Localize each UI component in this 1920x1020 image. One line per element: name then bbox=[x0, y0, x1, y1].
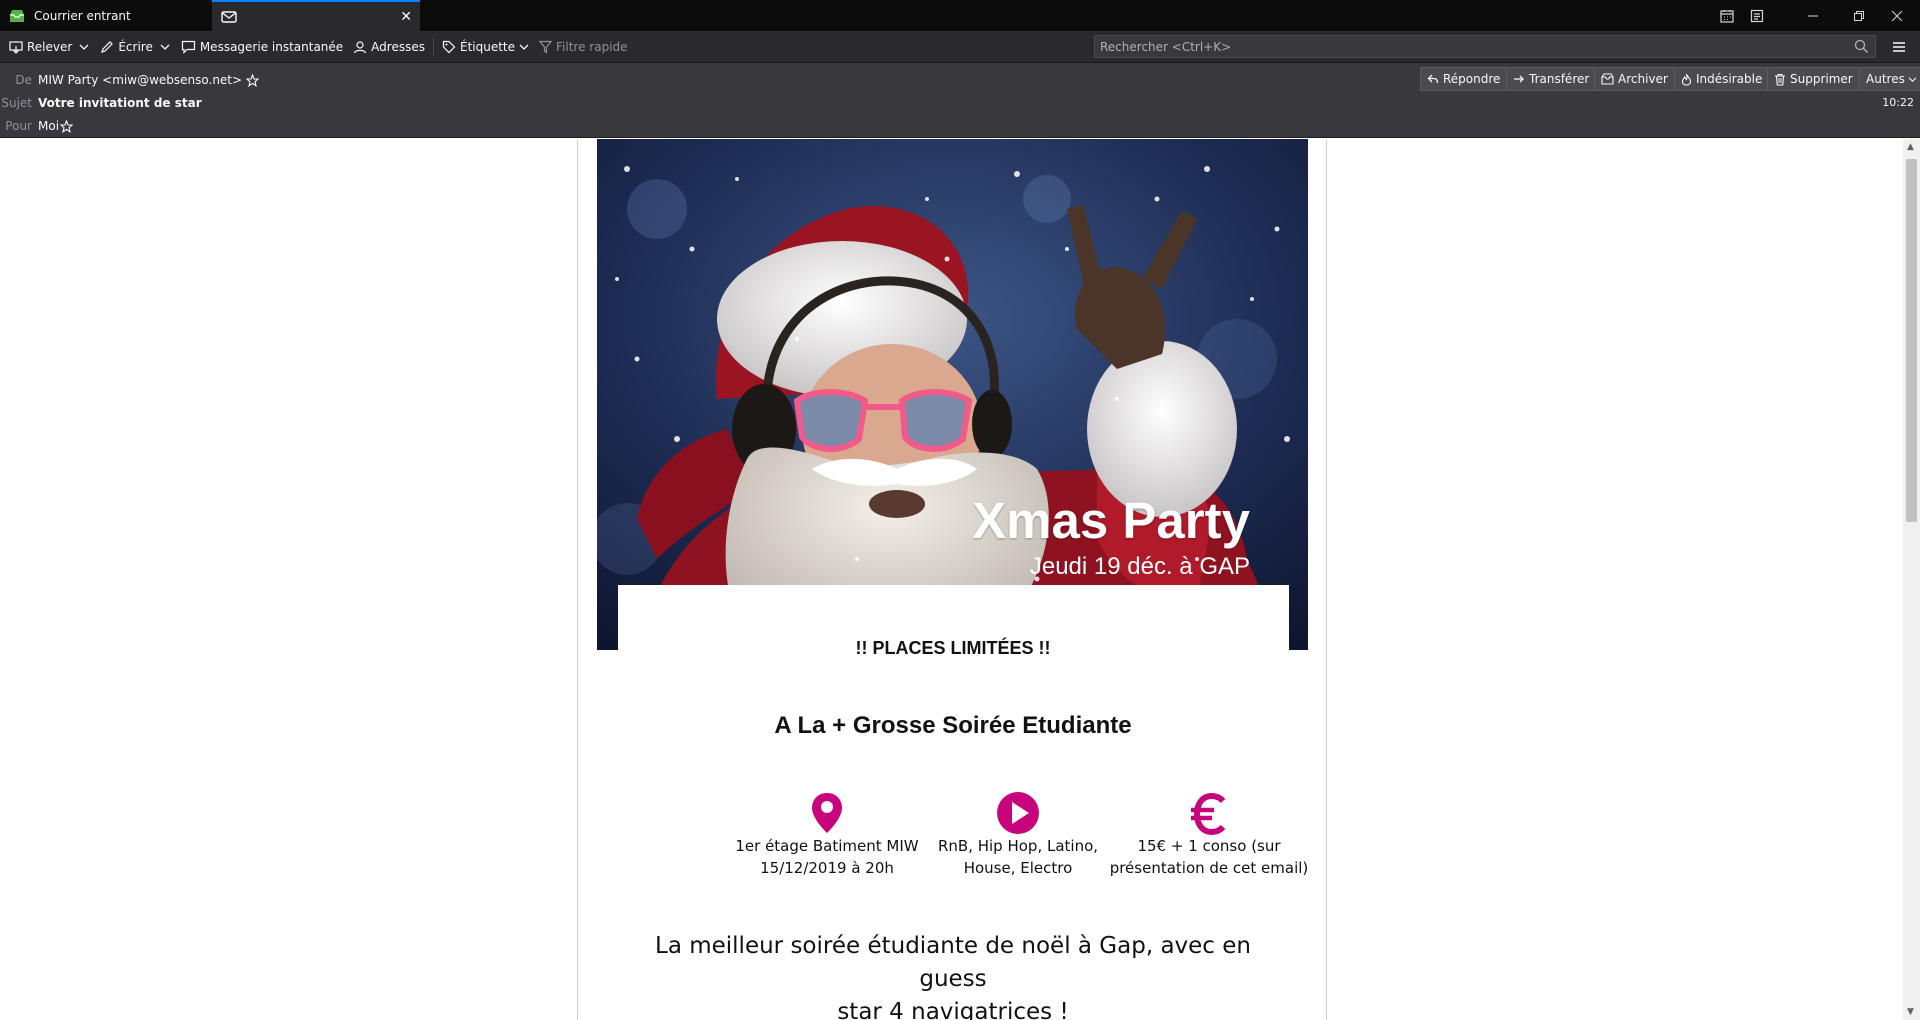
from-value[interactable]: MIW Party <miw@websenso.net> bbox=[38, 73, 242, 87]
archive-label: Archiver bbox=[1618, 72, 1668, 86]
quick-filter-button[interactable]: Filtre rapide bbox=[534, 35, 633, 59]
archive-button[interactable]: Archiver bbox=[1594, 67, 1675, 91]
app-menu-button[interactable] bbox=[1888, 37, 1910, 57]
tab-inbox[interactable]: Courrier entrant bbox=[0, 0, 210, 31]
feature-music-line1: RnB, Hip Hop, Latino, bbox=[937, 837, 1099, 855]
hero-subtitle: Jeudi 19 déc. à GAP bbox=[1029, 553, 1250, 580]
inbox-icon bbox=[8, 7, 26, 25]
tag-icon bbox=[442, 40, 456, 53]
toolbar-separator bbox=[432, 37, 434, 56]
vertical-scrollbar[interactable]: ▲ ▼ bbox=[1903, 139, 1920, 1020]
address-book-button[interactable]: Adresses bbox=[348, 35, 430, 59]
tagline-line1: La meilleur soirée étudiante de noël à G… bbox=[655, 933, 1251, 992]
chevron-down-icon bbox=[519, 44, 529, 50]
reply-button[interactable]: Répondre bbox=[1420, 67, 1508, 91]
hero-title: Xmas Party bbox=[972, 492, 1250, 549]
junk-button[interactable]: Indésirable bbox=[1674, 67, 1770, 91]
trash-icon bbox=[1775, 73, 1785, 86]
tagline-line2: star 4 navigatrices ! bbox=[837, 999, 1069, 1020]
to-label: Pour bbox=[5, 119, 32, 133]
scroll-up-icon[interactable]: ▲ bbox=[1907, 142, 1914, 152]
tab-message[interactable]: ✕ bbox=[212, 0, 420, 31]
main-toolbar: Relever Écrire Messagerie instantanée Ad… bbox=[0, 31, 1920, 63]
feature-price: 15€ + 1 conso (sur présentation de cet e… bbox=[1109, 789, 1309, 879]
get-messages-button[interactable]: Relever bbox=[4, 35, 77, 59]
subject-label: Sujet bbox=[1, 96, 32, 110]
get-messages-dropdown[interactable] bbox=[77, 35, 95, 59]
content-card bbox=[618, 585, 1289, 685]
write-button[interactable]: Écrire bbox=[95, 35, 158, 59]
pencil-icon bbox=[101, 40, 114, 53]
places-limited-text: !! PLACES LIMITÉES !! bbox=[855, 638, 1051, 658]
search-icon bbox=[1854, 39, 1869, 54]
tab-inbox-label: Courrier entrant bbox=[34, 8, 131, 23]
to-value[interactable]: Moi bbox=[38, 119, 59, 133]
star-icon[interactable] bbox=[246, 73, 260, 87]
hero-banner: Xmas Party Jeudi 19 déc. à GAP bbox=[597, 139, 1308, 650]
search-placeholder: Rechercher <Ctrl+K> bbox=[1100, 39, 1232, 54]
subject-value: Votre invitationt de star bbox=[38, 96, 202, 110]
contacts-icon bbox=[354, 40, 367, 53]
search-input[interactable]: Rechercher <Ctrl+K> bbox=[1094, 35, 1876, 58]
chevron-down-icon bbox=[79, 44, 89, 50]
subject-row: Sujet Votre invitationt de star bbox=[0, 94, 202, 112]
message-body: Xmas Party Jeudi 19 déc. à GAP !! PLACES… bbox=[0, 139, 1903, 1020]
feature-location: 1er étage Batiment MIW 15/12/2019 à 20h bbox=[727, 789, 927, 879]
calendar-icon[interactable] bbox=[1716, 0, 1738, 31]
feature-location-line1: 1er étage Batiment MIW bbox=[735, 837, 919, 855]
other-actions-label: Autres bbox=[1866, 72, 1905, 86]
get-messages-label: Relever bbox=[27, 39, 73, 54]
chat-icon bbox=[181, 40, 195, 54]
reply-label: Répondre bbox=[1443, 72, 1501, 86]
tagline: La meilleur soirée étudiante de noël à G… bbox=[618, 930, 1288, 1020]
hamburger-menu-icon bbox=[1893, 42, 1905, 52]
envelope-icon bbox=[220, 8, 238, 26]
download-mail-icon bbox=[9, 40, 23, 54]
forward-label: Transférer bbox=[1529, 72, 1590, 86]
minimize-icon[interactable] bbox=[1790, 0, 1836, 31]
junk-label: Indésirable bbox=[1696, 72, 1763, 86]
write-label: Écrire bbox=[118, 39, 153, 54]
to-row: Pour Moi bbox=[0, 117, 74, 135]
close-window-icon[interactable] bbox=[1874, 0, 1920, 31]
tab-bar: Courrier entrant ✕ bbox=[0, 0, 1920, 31]
headline: A La + Grosse Soirée Etudiante bbox=[774, 712, 1132, 739]
quick-filter-label: Filtre rapide bbox=[556, 39, 628, 54]
scrollbar-thumb[interactable] bbox=[1906, 159, 1917, 522]
feature-price-line2: présentation de cet email) bbox=[1109, 859, 1309, 877]
feature-music-line2: House, Electro bbox=[963, 859, 1073, 877]
forward-icon bbox=[1514, 75, 1524, 83]
archive-icon bbox=[1601, 73, 1614, 85]
flame-icon bbox=[1681, 73, 1692, 86]
close-tab-icon[interactable]: ✕ bbox=[400, 9, 412, 25]
forward-button[interactable]: Transférer bbox=[1506, 67, 1597, 91]
feature-location-line2: 15/12/2019 à 20h bbox=[760, 859, 894, 877]
delete-button[interactable]: Supprimer bbox=[1767, 67, 1860, 91]
from-row: De MIW Party <miw@websenso.net> bbox=[0, 71, 260, 89]
chat-button[interactable]: Messagerie instantanée bbox=[176, 35, 348, 59]
message-time: 10:22 bbox=[1882, 96, 1914, 109]
other-actions-button[interactable]: Autres bbox=[1859, 67, 1920, 91]
map-pin-icon bbox=[812, 793, 842, 833]
feature-music: RnB, Hip Hop, Latino, House, Electro bbox=[918, 789, 1118, 879]
delete-label: Supprimer bbox=[1790, 72, 1853, 86]
tasks-icon[interactable] bbox=[1746, 0, 1768, 31]
message-header: De MIW Party <miw@websenso.net> Sujet Vo… bbox=[0, 63, 1920, 138]
filter-icon bbox=[539, 40, 553, 54]
write-dropdown[interactable] bbox=[158, 35, 176, 59]
tag-label: Étiquette bbox=[459, 39, 516, 54]
address-book-label: Adresses bbox=[371, 39, 425, 54]
feature-price-line1: 15€ + 1 conso (sur bbox=[1137, 837, 1281, 855]
star-icon[interactable] bbox=[60, 119, 74, 133]
reply-icon bbox=[1427, 74, 1439, 84]
scroll-down-icon[interactable]: ▼ bbox=[1907, 1007, 1914, 1017]
from-label: De bbox=[15, 73, 32, 87]
chevron-down-icon bbox=[1908, 76, 1917, 82]
euro-icon bbox=[1191, 793, 1226, 835]
chat-label: Messagerie instantanée bbox=[199, 39, 344, 54]
tag-button[interactable]: Étiquette bbox=[437, 35, 534, 59]
email-content: Xmas Party Jeudi 19 déc. à GAP !! PLACES… bbox=[577, 139, 1327, 1020]
chevron-down-icon bbox=[160, 44, 170, 50]
play-icon bbox=[997, 792, 1039, 834]
